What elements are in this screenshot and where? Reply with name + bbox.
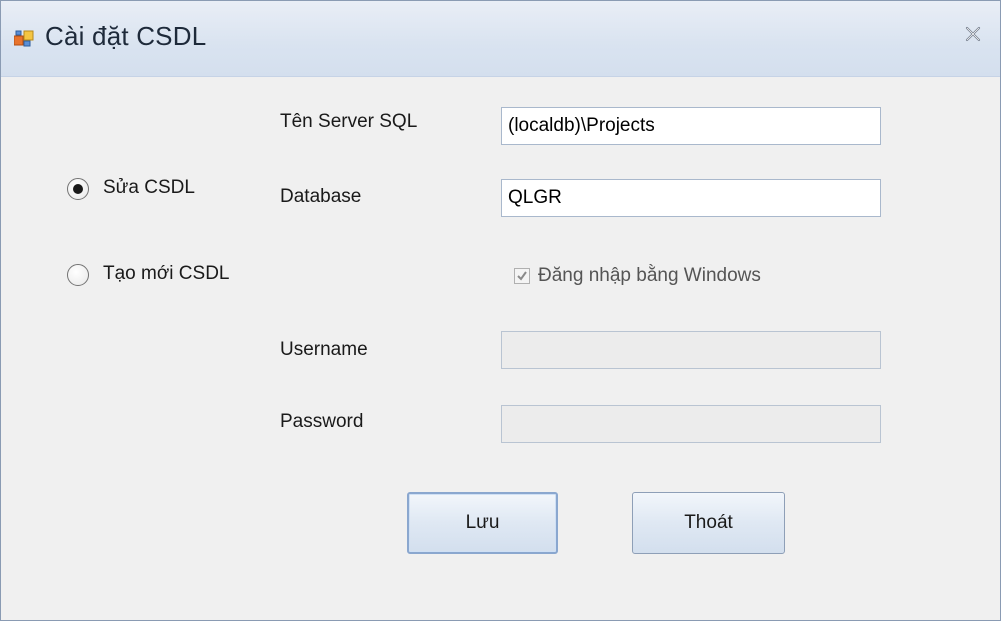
password-input[interactable]: [501, 405, 881, 443]
save-button[interactable]: Lưu: [407, 492, 558, 554]
title-bar[interactable]: Cài đặt CSDL: [1, 1, 1000, 77]
edit-db-radio[interactable]: [67, 178, 89, 200]
settings-window: Cài đặt CSDL Sửa CSDL Tạo mới CSDL Tên S…: [0, 0, 1001, 621]
server-label: Tên Server SQL: [280, 111, 418, 132]
password-label: Password: [280, 411, 364, 432]
username-input[interactable]: [501, 331, 881, 369]
create-db-radio[interactable]: [67, 264, 89, 286]
server-input[interactable]: [501, 107, 881, 145]
exit-button[interactable]: Thoát: [632, 492, 785, 554]
window-title: Cài đặt CSDL: [45, 21, 207, 51]
close-icon[interactable]: [962, 23, 984, 45]
database-input[interactable]: [501, 179, 881, 217]
edit-db-label[interactable]: Sửa CSDL: [103, 177, 195, 199]
form-icon: [14, 30, 34, 47]
client-area: Sửa CSDL Tạo mới CSDL Tên Server SQL Dat…: [1, 77, 1000, 620]
windows-auth-label[interactable]: Đăng nhập bằng Windows: [538, 265, 761, 287]
database-label: Database: [280, 186, 362, 207]
radio-selected-dot: [73, 184, 83, 194]
username-label: Username: [280, 339, 368, 360]
windows-auth-checkbox[interactable]: [514, 268, 530, 284]
checkmark-icon: [517, 271, 527, 281]
create-db-label[interactable]: Tạo mới CSDL: [103, 263, 230, 285]
